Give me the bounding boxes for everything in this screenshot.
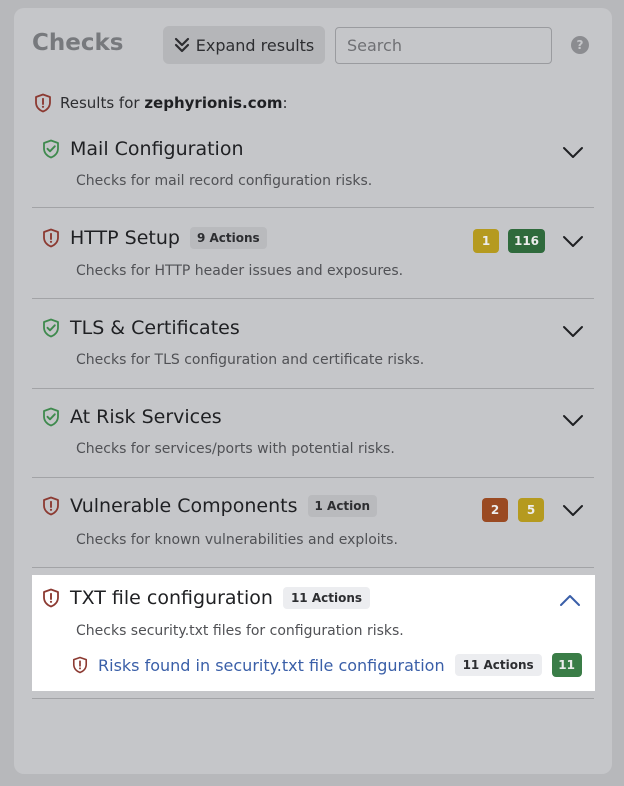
section-divider (32, 207, 594, 208)
section-description: Checks for TLS configuration and certifi… (76, 352, 425, 368)
actions-count-badge: 11 Actions (454, 654, 542, 676)
section-divider (32, 477, 594, 478)
section-description: Checks for services/ports with potential… (76, 441, 395, 457)
severity-badge-info: 116 (508, 229, 545, 253)
section-title: Vulnerable Components (70, 495, 298, 517)
checks-header: Checks Expand results ? (14, 8, 612, 82)
actions-count-badge: 9 Actions (189, 227, 267, 249)
expand-results-button[interactable]: Expand results (163, 26, 325, 64)
chevron-down-icon[interactable] (562, 235, 584, 249)
shield-alert-icon (35, 93, 51, 113)
chevron-down-icon[interactable] (562, 146, 584, 160)
section-mail-configuration[interactable]: Mail Configuration Checks for mail recor… (32, 138, 594, 208)
chevron-down-icon[interactable] (562, 504, 584, 518)
section-http-setup[interactable]: HTTP Setup 9 Actions Checks for HTTP hea… (32, 227, 594, 299)
section-divider (32, 567, 594, 568)
section-description: Checks for known vulnerabilities and exp… (76, 532, 398, 548)
results-for-line: Results for zephyrionis.com: (34, 93, 288, 113)
severity-badge-high: 2 (482, 498, 508, 522)
expand-results-label: Expand results (195, 35, 315, 55)
section-divider (32, 298, 594, 299)
actions-count-badge: 11 Actions (282, 587, 371, 609)
section-divider (32, 698, 594, 699)
chevron-down-icon[interactable] (562, 414, 584, 428)
results-for-text: Results for zephyrionis.com: (60, 94, 288, 112)
section-title: TXT file configuration (70, 587, 273, 609)
severity-badge-info: 11 (551, 653, 582, 677)
section-txt-file-configuration[interactable]: TXT file configuration 11 Actions Checks… (32, 575, 595, 691)
section-description: Checks for HTTP header issues and exposu… (76, 263, 404, 279)
search-input[interactable] (335, 27, 552, 64)
chevron-down-icon[interactable] (562, 325, 584, 339)
sub-result-row[interactable]: Risks found in security.txt file configu… (72, 653, 582, 677)
section-description: Checks security.txt files for configurat… (76, 623, 404, 639)
section-title: TLS & Certificates (70, 317, 240, 339)
section-title: HTTP Setup (70, 227, 180, 249)
section-tls-certificates[interactable]: TLS & Certificates Checks for TLS config… (32, 317, 594, 389)
severity-badge-medium: 1 (473, 229, 499, 253)
severity-badge-medium: 5 (518, 498, 544, 522)
actions-count-badge: 1 Action (307, 495, 378, 517)
results-domain: zephyrionis.com (144, 94, 283, 112)
section-vulnerable-components[interactable]: Vulnerable Components 1 Action Checks fo… (32, 495, 594, 568)
page-title: Checks (32, 30, 124, 56)
double-chevron-down-icon (174, 37, 189, 53)
shield-alert-icon (43, 588, 59, 608)
help-icon[interactable]: ? (571, 36, 589, 54)
section-title: Mail Configuration (70, 138, 244, 160)
security-txt-risks-link[interactable]: Risks found in security.txt file configu… (98, 656, 445, 675)
shield-check-icon (43, 139, 59, 159)
chevron-up-icon[interactable] (559, 593, 581, 607)
section-at-risk-services[interactable]: At Risk Services Checks for services/por… (32, 406, 594, 478)
shield-alert-icon (72, 656, 88, 674)
shield-alert-icon (43, 228, 59, 248)
section-description: Checks for mail record configuration ris… (76, 173, 373, 189)
section-title: At Risk Services (70, 406, 222, 428)
shield-check-icon (43, 318, 59, 338)
shield-check-icon (43, 407, 59, 427)
shield-alert-icon (43, 496, 59, 516)
section-divider (32, 388, 594, 389)
